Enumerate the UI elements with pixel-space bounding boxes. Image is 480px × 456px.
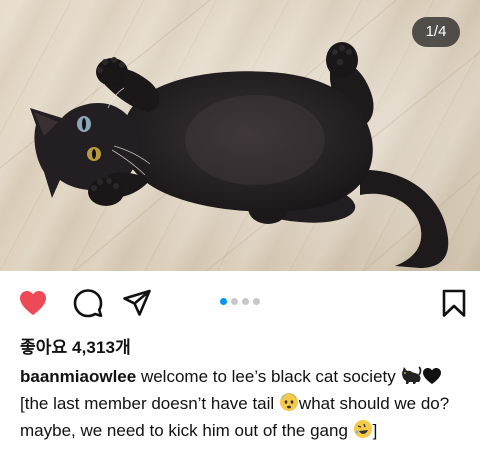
black-cat-emoji bbox=[400, 365, 422, 392]
carousel-dot-1 bbox=[220, 298, 227, 305]
anxious-face-emoji bbox=[279, 392, 299, 419]
caption-text-1: welcome to lee’s black cat society bbox=[136, 367, 401, 386]
black-heart-emoji bbox=[422, 367, 442, 392]
cat-photo-illustration bbox=[0, 0, 480, 271]
save-button[interactable] bbox=[439, 288, 469, 318]
post-caption: baanmiaowlee welcome to lee’s black cat … bbox=[20, 365, 468, 446]
carousel-dot-3 bbox=[242, 298, 249, 305]
bookmark-icon bbox=[442, 289, 466, 317]
carousel-dot-4 bbox=[253, 298, 260, 305]
like-count[interactable]: 좋아요 4,313개 bbox=[20, 333, 131, 358]
post-action-bar bbox=[0, 271, 480, 333]
rolling-laughing-emoji bbox=[353, 419, 373, 446]
carousel-indicator bbox=[0, 298, 480, 305]
caption-text-end: ] bbox=[372, 421, 378, 440]
post-photo[interactable]: 1/4 bbox=[0, 0, 480, 271]
carousel-dot-2 bbox=[231, 298, 238, 305]
image-counter: 1/4 bbox=[412, 17, 460, 47]
caption-text-2: [the last member doesn’t have tail bbox=[20, 394, 279, 413]
username-link[interactable]: baanmiaowlee bbox=[20, 367, 136, 386]
